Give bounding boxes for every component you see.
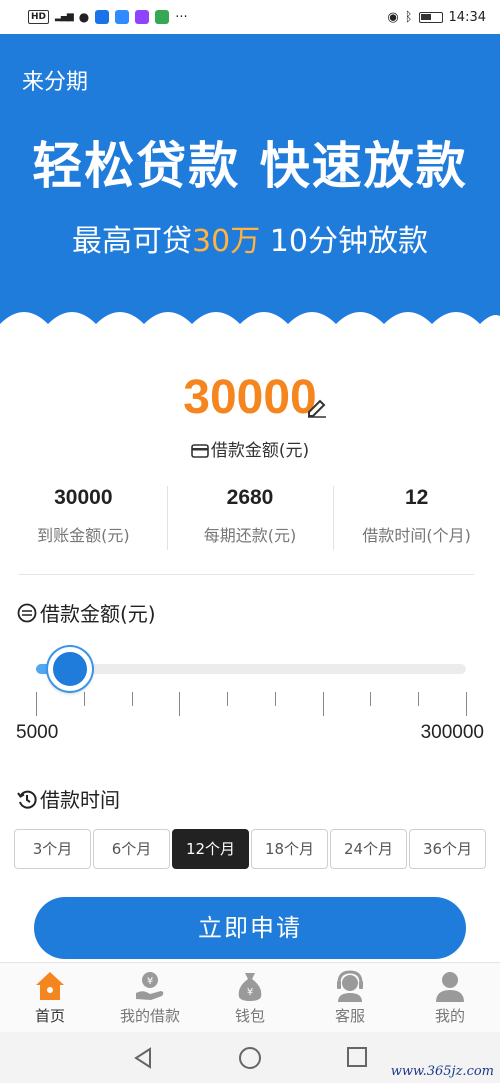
amount-display: 30000: [0, 370, 500, 425]
loan-amount: 30000: [183, 371, 317, 424]
term-option-3[interactable]: 3个月: [14, 829, 91, 869]
hero-subtitle: 最高可贷30万 10分钟放款: [0, 216, 500, 260]
status-right: ◉ ᛒ 14:34: [387, 10, 486, 25]
amount-slider-thumb[interactable]: [47, 647, 92, 691]
bottom-nav: 首页 ¥ 我的借款 ¥ 钱包 客服 我的: [0, 962, 500, 1032]
battery-icon: [418, 11, 443, 23]
hero-sub-text: 最高可贷: [72, 224, 193, 259]
home-icon: [36, 972, 64, 1000]
nav-label: 我的: [434, 1007, 465, 1025]
slider-tick: [179, 692, 180, 716]
slider-tick: [132, 692, 133, 706]
slider-max-label: 300000: [420, 722, 484, 743]
slider-tick: [227, 692, 228, 706]
back-icon[interactable]: [132, 1046, 154, 1070]
term-section-label: 借款时间: [40, 788, 120, 812]
nav-customer-service[interactable]: 客服: [300, 963, 400, 1032]
stat-value: 12: [405, 486, 429, 509]
nav-my-loans[interactable]: ¥ 我的借款: [100, 963, 200, 1032]
nav-label: 我的借款: [119, 1007, 180, 1025]
term-option-6[interactable]: 6个月: [93, 829, 170, 869]
hero-sub-highlight: 30万: [192, 224, 261, 259]
app-notify-icon: [95, 10, 110, 24]
loan-hand-icon: ¥: [136, 972, 164, 1000]
app-notify-icon: [155, 10, 170, 24]
hero-title: 轻松贷款 快速放款: [32, 137, 468, 195]
stat-label: 到账金额(元): [37, 526, 130, 545]
amount-section-title: 借款金额(元): [16, 598, 156, 627]
stat-value: 30000: [54, 486, 113, 509]
status-bar: HD ▂▄▆ ● ··· ◉ ᛒ 14:34: [0, 0, 500, 34]
slider-tick: [370, 692, 371, 706]
svg-text:¥: ¥: [147, 976, 153, 987]
term-option-18[interactable]: 18个月: [251, 829, 328, 869]
home-circle-icon[interactable]: [238, 1046, 262, 1070]
amount-slider-track[interactable]: [36, 664, 466, 674]
wave-decoration: [0, 312, 500, 338]
svg-text:¥: ¥: [247, 987, 253, 998]
more-notifications: ···: [175, 9, 188, 25]
hero-sub-text: 10分钟放款: [260, 224, 428, 259]
amount-caption: 借款金额(元): [0, 436, 500, 461]
slider-tick: [466, 692, 467, 716]
signal-icon: ▂▄▆: [55, 12, 74, 22]
clock: 14:34: [448, 9, 486, 25]
edit-icon[interactable]: [305, 396, 329, 420]
slider-ticks: [36, 692, 467, 716]
loan-summary: 30000 到账金额(元) 2680 每期还款(元) 12 借款时间(个月): [0, 482, 500, 554]
nav-label: 钱包: [234, 1007, 265, 1025]
slider-tick: [84, 692, 85, 706]
stat-label: 借款时间(个月): [362, 526, 471, 545]
stat-term: 12 借款时间(个月): [333, 482, 500, 554]
bluetooth-icon: ᛒ: [404, 9, 413, 25]
amount-caption-text: 借款金额(元): [210, 441, 310, 461]
status-left: HD ▂▄▆ ● ···: [28, 10, 188, 25]
term-option-36[interactable]: 36个月: [409, 829, 486, 869]
eye-icon: ◉: [387, 9, 399, 25]
stat-received: 30000 到账金额(元): [0, 482, 167, 554]
recents-icon[interactable]: [346, 1046, 368, 1068]
amount-section-label: 借款金额(元): [40, 602, 156, 626]
divider: [18, 574, 474, 575]
nav-mine[interactable]: 我的: [400, 963, 500, 1032]
slider-min-label: 5000: [16, 722, 59, 743]
hero-header: 来分期 轻松贷款 快速放款 最高可贷30万 10分钟放款: [0, 34, 500, 338]
watermark: www.365jz.com: [390, 1064, 494, 1079]
history-icon: [17, 790, 37, 809]
app-name: 来分期: [22, 70, 89, 95]
app-notify-icon: [135, 10, 150, 24]
stat-value: 2680: [226, 486, 274, 509]
system-nav-bar: www.365jz.com: [0, 1032, 500, 1083]
app-notify-icon: [115, 10, 130, 24]
apply-now-button[interactable]: 立即申请: [34, 897, 466, 959]
user-icon: [436, 972, 464, 1002]
nav-label: 首页: [34, 1007, 65, 1025]
slider-tick: [275, 692, 276, 706]
card-icon: [191, 444, 209, 458]
stat-installment: 2680 每期还款(元): [166, 482, 334, 554]
money-bag-icon: ¥: [238, 973, 262, 1001]
term-option-24[interactable]: 24个月: [330, 829, 407, 869]
nav-wallet[interactable]: ¥ 钱包: [200, 963, 300, 1032]
term-options: 3个月 6个月 12个月 18个月 24个月 36个月: [14, 829, 486, 869]
message-icon: ●: [78, 10, 90, 24]
customer-service-icon: [337, 970, 363, 1002]
term-section-title: 借款时间: [16, 784, 120, 813]
nav-home[interactable]: 首页: [0, 963, 100, 1032]
stat-label: 每期还款(元): [203, 526, 297, 545]
nav-label: 客服: [334, 1007, 365, 1025]
coin-icon: [17, 603, 37, 622]
slider-tick: [418, 692, 419, 706]
slider-tick: [323, 692, 324, 716]
term-option-12[interactable]: 12个月: [172, 829, 249, 869]
hd-indicator: HD: [28, 10, 50, 24]
slider-tick: [36, 692, 37, 716]
